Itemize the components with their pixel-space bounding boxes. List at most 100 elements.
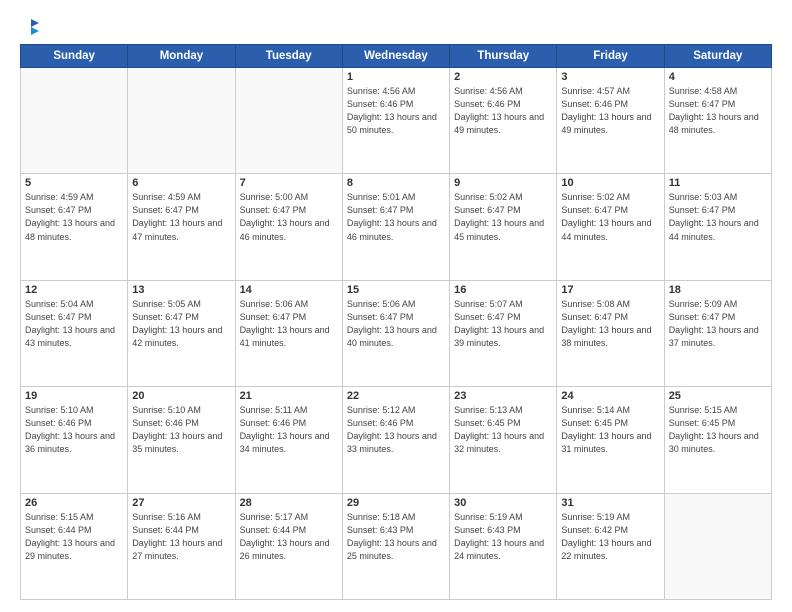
day-number: 5 [25, 177, 123, 189]
calendar-cell: 24 Sunrise: 5:14 AM Sunset: 6:45 PM Dayli… [557, 387, 664, 493]
calendar-cell [21, 68, 128, 174]
day-number: 13 [132, 284, 230, 296]
calendar-cell: 18 Sunrise: 5:09 AM Sunset: 6:47 PM Dayli… [664, 280, 771, 386]
day-number: 2 [454, 71, 552, 83]
day-number: 21 [240, 390, 338, 402]
calendar-cell: 22 Sunrise: 5:12 AM Sunset: 6:46 PM Dayli… [342, 387, 449, 493]
day-info: Sunrise: 4:56 AM Sunset: 6:46 PM Dayligh… [347, 85, 445, 137]
calendar-cell: 10 Sunrise: 5:02 AM Sunset: 6:47 PM Dayli… [557, 174, 664, 280]
day-info: Sunrise: 4:59 AM Sunset: 6:47 PM Dayligh… [132, 191, 230, 243]
calendar-cell: 9Sunrise: 5:02 AM Sunset: 6:47 PM Daylig… [450, 174, 557, 280]
day-number: 20 [132, 390, 230, 402]
day-info: Sunrise: 5:01 AM Sunset: 6:47 PM Dayligh… [347, 191, 445, 243]
weekday-header-tuesday: Tuesday [235, 45, 342, 68]
calendar-cell: 31 Sunrise: 5:19 AM Sunset: 6:42 PM Dayli… [557, 493, 664, 599]
day-info: Sunrise: 5:18 AM Sunset: 6:43 PM Dayligh… [347, 511, 445, 563]
calendar-cell: 20Sunrise: 5:10 AM Sunset: 6:46 PM Dayli… [128, 387, 235, 493]
day-info: Sunrise: 5:11 AM Sunset: 6:46 PM Dayligh… [240, 404, 338, 456]
day-info: Sunrise: 4:59 AM Sunset: 6:47 PM Dayligh… [25, 191, 123, 243]
day-number: 18 [669, 284, 767, 296]
calendar-cell: 2 Sunrise: 4:56 AM Sunset: 6:46 PM Daylig… [450, 68, 557, 174]
calendar-cell: 23 Sunrise: 5:13 AM Sunset: 6:45 PM Dayli… [450, 387, 557, 493]
day-info: Sunrise: 5:05 AM Sunset: 6:47 PM Dayligh… [132, 298, 230, 350]
calendar-cell: 13 Sunrise: 5:05 AM Sunset: 6:47 PM Dayli… [128, 280, 235, 386]
calendar-cell [128, 68, 235, 174]
day-number: 22 [347, 390, 445, 402]
day-info: Sunrise: 5:03 AM Sunset: 6:47 PM Dayligh… [669, 191, 767, 243]
day-info: Sunrise: 5:08 AM Sunset: 6:47 PM Dayligh… [561, 298, 659, 350]
day-number: 24 [561, 390, 659, 402]
calendar-week-row: 12 Sunrise: 5:04 AM Sunset: 6:47 PM Dayli… [21, 280, 772, 386]
logo [20, 18, 40, 36]
calendar-cell: 14Sunrise: 5:06 AM Sunset: 6:47 PM Dayli… [235, 280, 342, 386]
day-number: 4 [669, 71, 767, 83]
day-info: Sunrise: 5:06 AM Sunset: 6:47 PM Dayligh… [347, 298, 445, 350]
day-info: Sunrise: 5:12 AM Sunset: 6:46 PM Dayligh… [347, 404, 445, 456]
calendar-cell: 17 Sunrise: 5:08 AM Sunset: 6:47 PM Dayli… [557, 280, 664, 386]
day-number: 11 [669, 177, 767, 189]
day-info: Sunrise: 4:58 AM Sunset: 6:47 PM Dayligh… [669, 85, 767, 137]
calendar-cell: 30 Sunrise: 5:19 AM Sunset: 6:43 PM Dayli… [450, 493, 557, 599]
calendar-cell: 27 Sunrise: 5:16 AM Sunset: 6:44 PM Dayli… [128, 493, 235, 599]
day-number: 6 [132, 177, 230, 189]
day-number: 7 [240, 177, 338, 189]
day-number: 19 [25, 390, 123, 402]
calendar-week-row: 26Sunrise: 5:15 AM Sunset: 6:44 PM Dayli… [21, 493, 772, 599]
day-info: Sunrise: 5:04 AM Sunset: 6:47 PM Dayligh… [25, 298, 123, 350]
calendar-week-row: 19 Sunrise: 5:10 AM Sunset: 6:46 PM Dayli… [21, 387, 772, 493]
day-number: 1 [347, 71, 445, 83]
calendar-cell: 4 Sunrise: 4:58 AM Sunset: 6:47 PM Daylig… [664, 68, 771, 174]
day-info: Sunrise: 5:02 AM Sunset: 6:47 PM Dayligh… [454, 191, 552, 243]
calendar-cell: 25 Sunrise: 5:15 AM Sunset: 6:45 PM Dayli… [664, 387, 771, 493]
day-number: 29 [347, 497, 445, 509]
day-number: 25 [669, 390, 767, 402]
day-info: Sunrise: 5:14 AM Sunset: 6:45 PM Dayligh… [561, 404, 659, 456]
day-number: 31 [561, 497, 659, 509]
day-info: Sunrise: 5:09 AM Sunset: 6:47 PM Dayligh… [669, 298, 767, 350]
calendar-week-row: 1 Sunrise: 4:56 AM Sunset: 6:46 PM Daylig… [21, 68, 772, 174]
calendar-cell [235, 68, 342, 174]
calendar-cell: 1 Sunrise: 4:56 AM Sunset: 6:46 PM Daylig… [342, 68, 449, 174]
day-number: 14 [240, 284, 338, 296]
day-info: Sunrise: 4:56 AM Sunset: 6:46 PM Dayligh… [454, 85, 552, 137]
day-number: 23 [454, 390, 552, 402]
calendar-cell: 19 Sunrise: 5:10 AM Sunset: 6:46 PM Dayli… [21, 387, 128, 493]
day-info: Sunrise: 5:15 AM Sunset: 6:45 PM Dayligh… [669, 404, 767, 456]
weekday-header-friday: Friday [557, 45, 664, 68]
calendar-cell: 21 Sunrise: 5:11 AM Sunset: 6:46 PM Dayli… [235, 387, 342, 493]
weekday-header-monday: Monday [128, 45, 235, 68]
calendar-cell: 8 Sunrise: 5:01 AM Sunset: 6:47 PM Daylig… [342, 174, 449, 280]
day-info: Sunrise: 5:16 AM Sunset: 6:44 PM Dayligh… [132, 511, 230, 563]
day-info: Sunrise: 5:19 AM Sunset: 6:42 PM Dayligh… [561, 511, 659, 563]
calendar-week-row: 5 Sunrise: 4:59 AM Sunset: 6:47 PM Daylig… [21, 174, 772, 280]
day-info: Sunrise: 5:19 AM Sunset: 6:43 PM Dayligh… [454, 511, 552, 563]
calendar-cell: 16Sunrise: 5:07 AM Sunset: 6:47 PM Dayli… [450, 280, 557, 386]
calendar-cell: 5 Sunrise: 4:59 AM Sunset: 6:47 PM Daylig… [21, 174, 128, 280]
day-number: 28 [240, 497, 338, 509]
day-number: 15 [347, 284, 445, 296]
day-number: 26 [25, 497, 123, 509]
day-info: Sunrise: 4:57 AM Sunset: 6:46 PM Dayligh… [561, 85, 659, 137]
day-number: 17 [561, 284, 659, 296]
day-number: 12 [25, 284, 123, 296]
calendar-cell: 26Sunrise: 5:15 AM Sunset: 6:44 PM Dayli… [21, 493, 128, 599]
day-info: Sunrise: 5:17 AM Sunset: 6:44 PM Dayligh… [240, 511, 338, 563]
calendar-cell: 28 Sunrise: 5:17 AM Sunset: 6:44 PM Dayli… [235, 493, 342, 599]
logo-flag-icon [22, 18, 40, 36]
day-info: Sunrise: 5:00 AM Sunset: 6:47 PM Dayligh… [240, 191, 338, 243]
day-number: 27 [132, 497, 230, 509]
day-number: 8 [347, 177, 445, 189]
page: SundayMondayTuesdayWednesdayThursdayFrid… [0, 0, 792, 612]
day-info: Sunrise: 5:02 AM Sunset: 6:47 PM Dayligh… [561, 191, 659, 243]
calendar-cell [664, 493, 771, 599]
weekday-header-sunday: Sunday [21, 45, 128, 68]
day-info: Sunrise: 5:13 AM Sunset: 6:45 PM Dayligh… [454, 404, 552, 456]
day-number: 30 [454, 497, 552, 509]
day-info: Sunrise: 5:07 AM Sunset: 6:47 PM Dayligh… [454, 298, 552, 350]
day-number: 10 [561, 177, 659, 189]
calendar-cell: 3Sunrise: 4:57 AM Sunset: 6:46 PM Daylig… [557, 68, 664, 174]
day-info: Sunrise: 5:10 AM Sunset: 6:46 PM Dayligh… [25, 404, 123, 456]
weekday-header-wednesday: Wednesday [342, 45, 449, 68]
weekday-header-row: SundayMondayTuesdayWednesdayThursdayFrid… [21, 45, 772, 68]
calendar-cell: 7 Sunrise: 5:00 AM Sunset: 6:47 PM Daylig… [235, 174, 342, 280]
